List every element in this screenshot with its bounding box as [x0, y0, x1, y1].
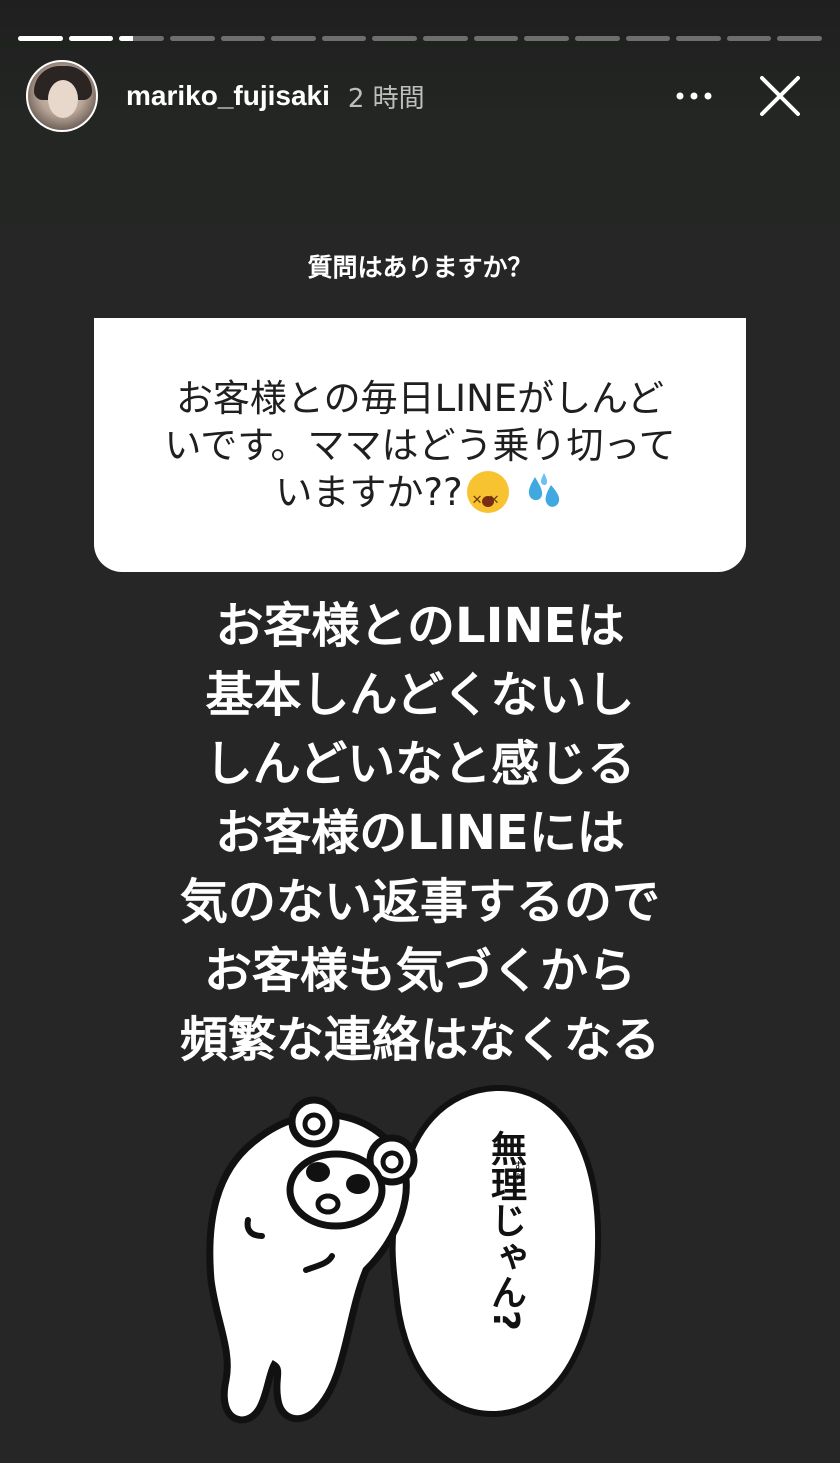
answer-line: 気のない返事するので	[179, 874, 660, 930]
answer-line: 基本しんどくないし	[205, 667, 635, 723]
answer-line: 頻繁な連絡はなくなる	[179, 1012, 660, 1068]
furigana: むり	[513, 1160, 527, 1184]
progress-segment-fill	[68, 36, 114, 41]
story-view[interactable]: mariko_fujisaki 2 時間 質問はありますか？ お客様との毎日LI…	[0, 0, 840, 1463]
progress-segment	[423, 36, 468, 41]
answer-line: お客様も気づくから	[203, 943, 636, 999]
question-text: お客様との毎日LINEがしんど いです。ママはどう乗り切って いますか??	[164, 375, 676, 524]
progress-segment	[524, 36, 569, 41]
progress-segment-fill	[119, 36, 133, 41]
progress-segment-fill	[18, 36, 63, 41]
progress-segment	[220, 36, 266, 41]
username[interactable]: mariko_fujisaki	[126, 80, 330, 112]
answer-text: お客様とのLINEは 基本しんどくないし しんどいなと感じる お客様のLINEに…	[0, 592, 840, 1075]
progress-segment	[726, 36, 772, 41]
progress-segment	[68, 36, 114, 41]
post-time: 2 時間	[347, 83, 425, 114]
dizzy-face-emoji	[466, 470, 509, 524]
progress-segment	[777, 36, 822, 41]
avatar[interactable]	[26, 60, 98, 132]
more-horizontal-icon[interactable]	[674, 80, 714, 112]
story-progress-bar	[18, 36, 822, 42]
question-line: いますか??	[275, 470, 463, 514]
question-sticker-label: 質問はありますか？	[307, 253, 533, 282]
progress-segment	[321, 36, 367, 41]
bear-sticker[interactable]	[196, 1080, 656, 1440]
progress-segment	[574, 36, 620, 41]
close-icon[interactable]	[756, 72, 804, 120]
answer-line: お客様とのLINEは	[215, 598, 625, 654]
question-line: お客様との毎日LINEがしんど	[175, 376, 665, 420]
sweat-droplets-emoji	[528, 472, 559, 507]
answer-line: お客様のLINEには	[215, 805, 625, 861]
progress-segment	[18, 36, 63, 41]
progress-segment	[676, 36, 721, 41]
question-card: お客様との毎日LINEがしんど いです。ママはどう乗り切って いますか??	[94, 318, 746, 572]
question-line: いです。ママはどう乗り切って	[164, 423, 676, 467]
progress-segment	[372, 36, 417, 41]
progress-segment	[119, 36, 164, 41]
progress-segment	[169, 36, 215, 41]
question-line-with-emoji: いますか??	[164, 469, 675, 524]
progress-segment	[473, 36, 519, 41]
progress-segment	[625, 36, 671, 41]
progress-segment	[271, 36, 316, 41]
answer-line: しんどいなと感じる	[204, 736, 636, 792]
story-header: mariko_fujisaki 2 時間	[26, 60, 822, 132]
